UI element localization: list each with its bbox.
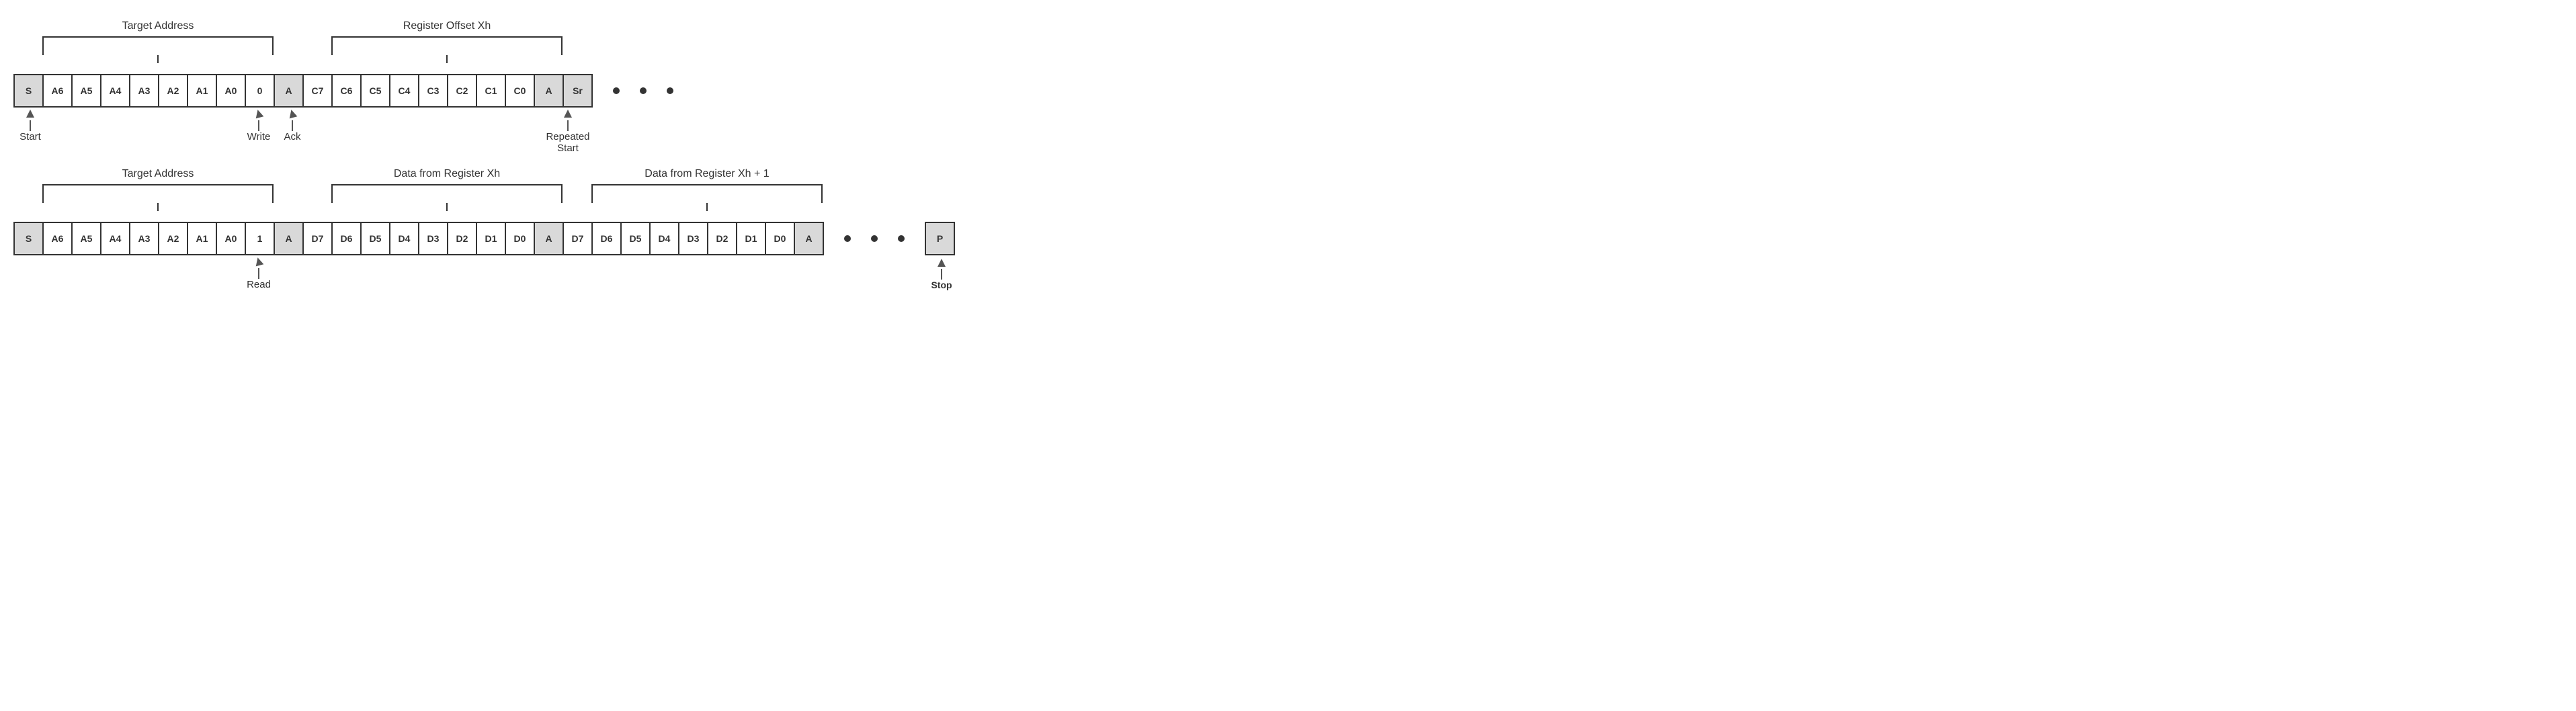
bracket-label: Target Address	[42, 20, 274, 32]
arrow-icon	[26, 110, 34, 118]
arrow-icon	[938, 259, 946, 267]
stop-cell: P Stop	[925, 222, 955, 255]
bracket-label: Register Offset Xh	[331, 20, 563, 32]
bit-cell: 1	[245, 222, 275, 255]
bit-cell: C2	[447, 74, 477, 108]
bracket-group: Data from Register Xh	[331, 168, 563, 203]
bracket-icon	[42, 184, 274, 203]
bit-cell: A4	[100, 74, 130, 108]
arrow-label-group: Read	[228, 257, 289, 290]
dot-icon	[844, 235, 851, 242]
bit-cell: A	[534, 222, 564, 255]
bit-cell: C0	[505, 74, 535, 108]
arrow-label-group: Start	[0, 109, 60, 142]
bracket-icon	[42, 36, 274, 55]
bracket-group: Data from Register Xh + 1	[591, 168, 823, 203]
bit-cell: A6	[42, 74, 73, 108]
bit-cell: A1	[187, 74, 217, 108]
arrow-label-group: Ack	[262, 109, 323, 142]
bit-cell: D6	[331, 222, 362, 255]
stop-label: Stop	[911, 280, 972, 290]
bit-cell: 0	[245, 74, 275, 108]
arrow-text: Repeated Start	[538, 131, 598, 154]
bit-cell: D3	[678, 222, 708, 255]
cells-row-1: SA6A5A4A3A2A1A00AC7C6C5C4C3C2C1C0ASr	[13, 74, 593, 108]
arrow-text: Read	[228, 279, 289, 290]
dot-icon	[898, 235, 905, 242]
bit-cell: C5	[360, 74, 390, 108]
stop-cell-text: P	[937, 233, 943, 244]
bit-cell: A3	[129, 74, 159, 108]
bracket-label: Data from Register Xh + 1	[591, 168, 823, 180]
bit-cell: A2	[158, 222, 188, 255]
bit-cell: D1	[736, 222, 766, 255]
bit-cell: A	[274, 74, 304, 108]
bit-cell: D4	[649, 222, 679, 255]
bit-cell: A3	[129, 222, 159, 255]
bit-cell: D1	[476, 222, 506, 255]
bit-cell: A	[534, 74, 564, 108]
bit-cell: C4	[389, 74, 419, 108]
bracket-group: Target Address	[42, 168, 274, 203]
bit-cell: S	[13, 222, 44, 255]
arrow-text: Ack	[262, 131, 323, 142]
bit-cell: A4	[100, 222, 130, 255]
bit-cell: A0	[216, 74, 246, 108]
bit-cell: D0	[765, 222, 795, 255]
bit-cell: C1	[476, 74, 506, 108]
bracket-group: Register Offset Xh	[331, 20, 563, 55]
bit-cell: A0	[216, 222, 246, 255]
bit-cell: Sr	[563, 74, 593, 108]
arrow-icon	[254, 257, 264, 267]
dot-icon	[667, 87, 673, 94]
arrow-icon	[564, 110, 572, 118]
bracket-icon	[591, 184, 823, 203]
bit-cell: D5	[360, 222, 390, 255]
dot-icon	[640, 87, 647, 94]
timing-row-2: SA6A5A4A3A2A1A01AD7D6D5D4D3D2D1D0AD7D6D5…	[13, 161, 2563, 255]
bit-cell: A2	[158, 74, 188, 108]
bit-cell: S	[13, 74, 44, 108]
continuation-dots	[613, 74, 673, 108]
bit-cell: C6	[331, 74, 362, 108]
bit-cell: D7	[563, 222, 593, 255]
cells-row-2: SA6A5A4A3A2A1A01AD7D6D5D4D3D2D1D0AD7D6D5…	[13, 222, 824, 255]
bit-cell: D2	[707, 222, 737, 255]
bracket-icon	[331, 184, 563, 203]
continuation-dots	[844, 222, 905, 255]
bit-cell: D4	[389, 222, 419, 255]
bit-cell: A6	[42, 222, 73, 255]
bit-cell: A	[794, 222, 824, 255]
bracket-label: Data from Register Xh	[331, 168, 563, 180]
bit-cell: D2	[447, 222, 477, 255]
bracket-group: Target Address	[42, 20, 274, 55]
arrow-text: Start	[0, 131, 60, 142]
bit-cell: D6	[591, 222, 622, 255]
bit-cell: A	[274, 222, 304, 255]
arrow-icon	[288, 109, 298, 119]
bit-cell: A5	[71, 222, 101, 255]
dot-icon	[613, 87, 620, 94]
dot-icon	[871, 235, 878, 242]
timing-row-1: SA6A5A4A3A2A1A00AC7C6C5C4C3C2C1C0ASr Tar…	[13, 13, 2563, 108]
bit-cell: D7	[302, 222, 333, 255]
bit-cell: A1	[187, 222, 217, 255]
bit-cell: D3	[418, 222, 448, 255]
bit-cell: C3	[418, 74, 448, 108]
bit-cell: C7	[302, 74, 333, 108]
arrow-label-group: Repeated Start	[538, 109, 598, 154]
bit-cell: D5	[620, 222, 651, 255]
bracket-label: Target Address	[42, 168, 274, 180]
bracket-icon	[331, 36, 563, 55]
bit-cell: D0	[505, 222, 535, 255]
bit-cell: A5	[71, 74, 101, 108]
